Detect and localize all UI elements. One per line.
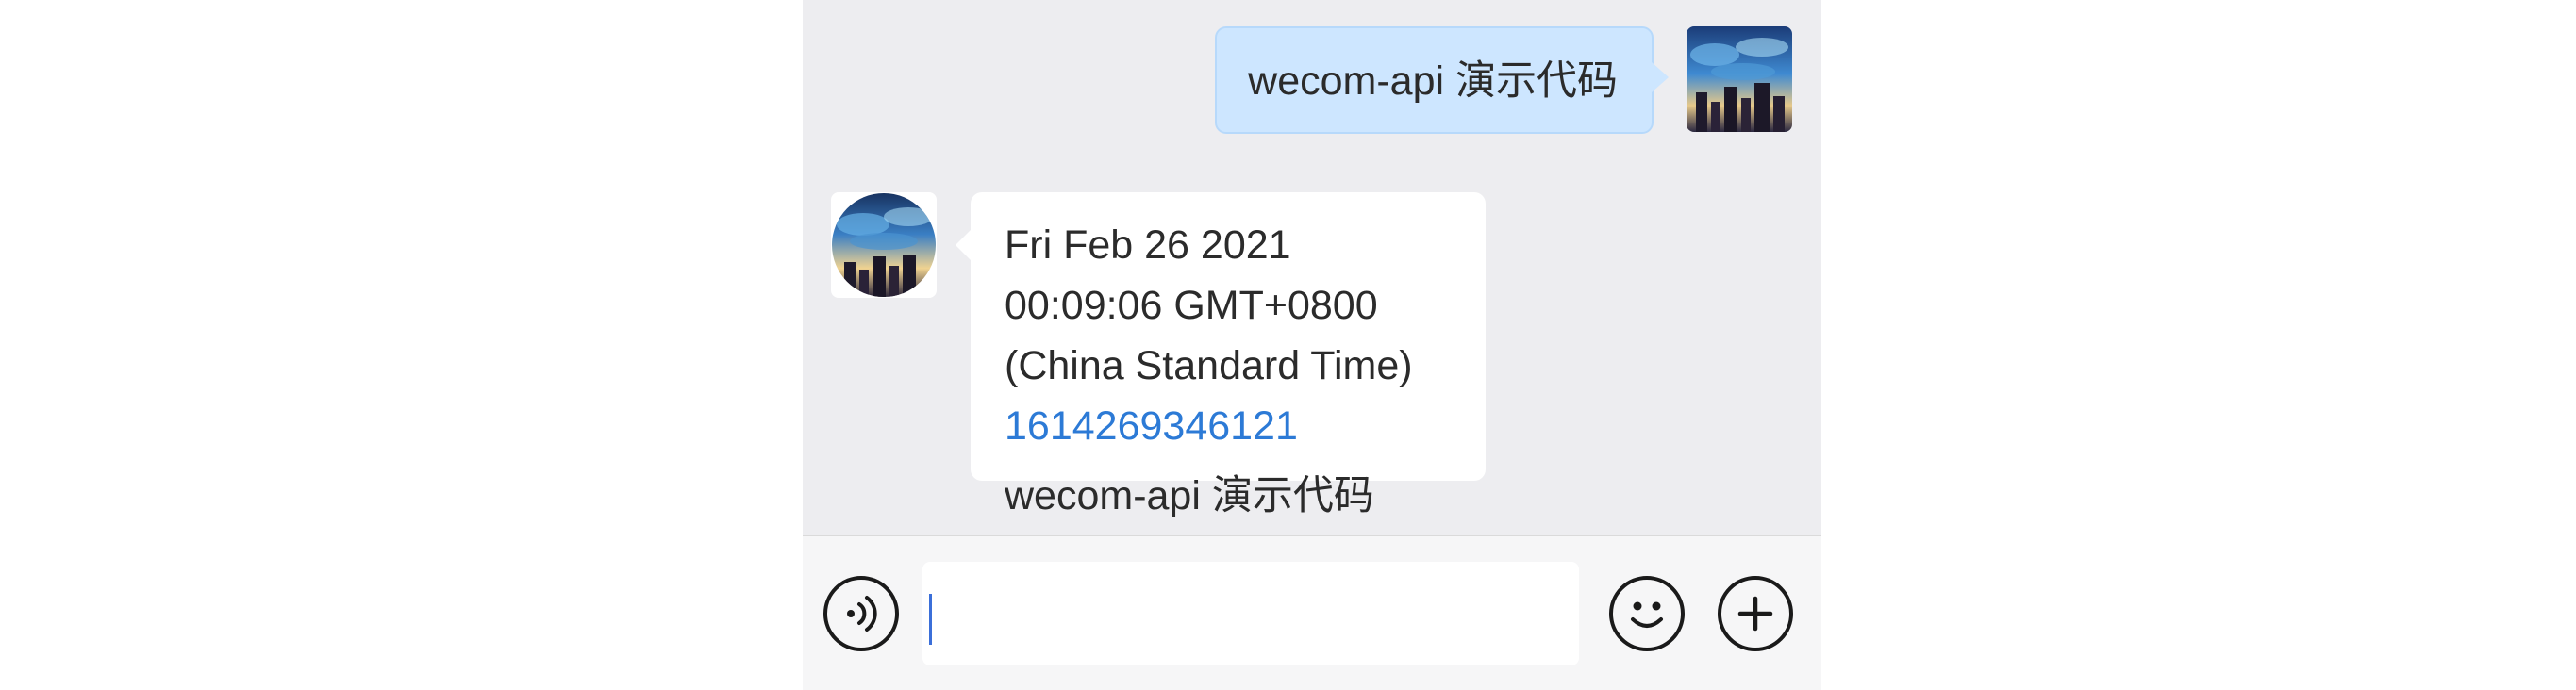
- chat-window: wecom-api 演示代码 Fri Feb 26 2021 00:09:06 …: [803, 0, 1821, 690]
- night-cityscape-avatar-icon: [1687, 26, 1792, 132]
- message-date-text: Fri Feb 26 2021 00:09:06 GMT+0800 (China…: [1005, 222, 1413, 388]
- contact-avatar[interactable]: [831, 192, 937, 298]
- outgoing-message-text: wecom-api 演示代码: [1248, 58, 1618, 104]
- message-list[interactable]: wecom-api 演示代码 Fri Feb 26 2021 00:09:06 …: [803, 0, 1821, 535]
- more-actions-button[interactable]: [1718, 576, 1793, 651]
- plus-icon: [1737, 596, 1773, 632]
- text-caret: [929, 594, 932, 645]
- emoji-icon: [1631, 601, 1663, 628]
- message-input[interactable]: [922, 562, 1579, 665]
- voice-input-icon: [847, 596, 877, 632]
- voice-input-button[interactable]: [823, 576, 899, 651]
- night-cityscape-avatar-round-icon: [832, 193, 936, 297]
- message-timestamp-link[interactable]: 1614269346121: [1005, 403, 1298, 449]
- incoming-message-text: wecom-api 演示代码: [1005, 473, 1374, 518]
- self-avatar[interactable]: [1687, 26, 1792, 132]
- message-composer: [803, 535, 1821, 690]
- outgoing-message-bubble[interactable]: wecom-api 演示代码: [1215, 26, 1669, 134]
- incoming-message-bubble[interactable]: Fri Feb 26 2021 00:09:06 GMT+0800 (China…: [956, 192, 1486, 518]
- emoji-button[interactable]: [1609, 576, 1685, 651]
